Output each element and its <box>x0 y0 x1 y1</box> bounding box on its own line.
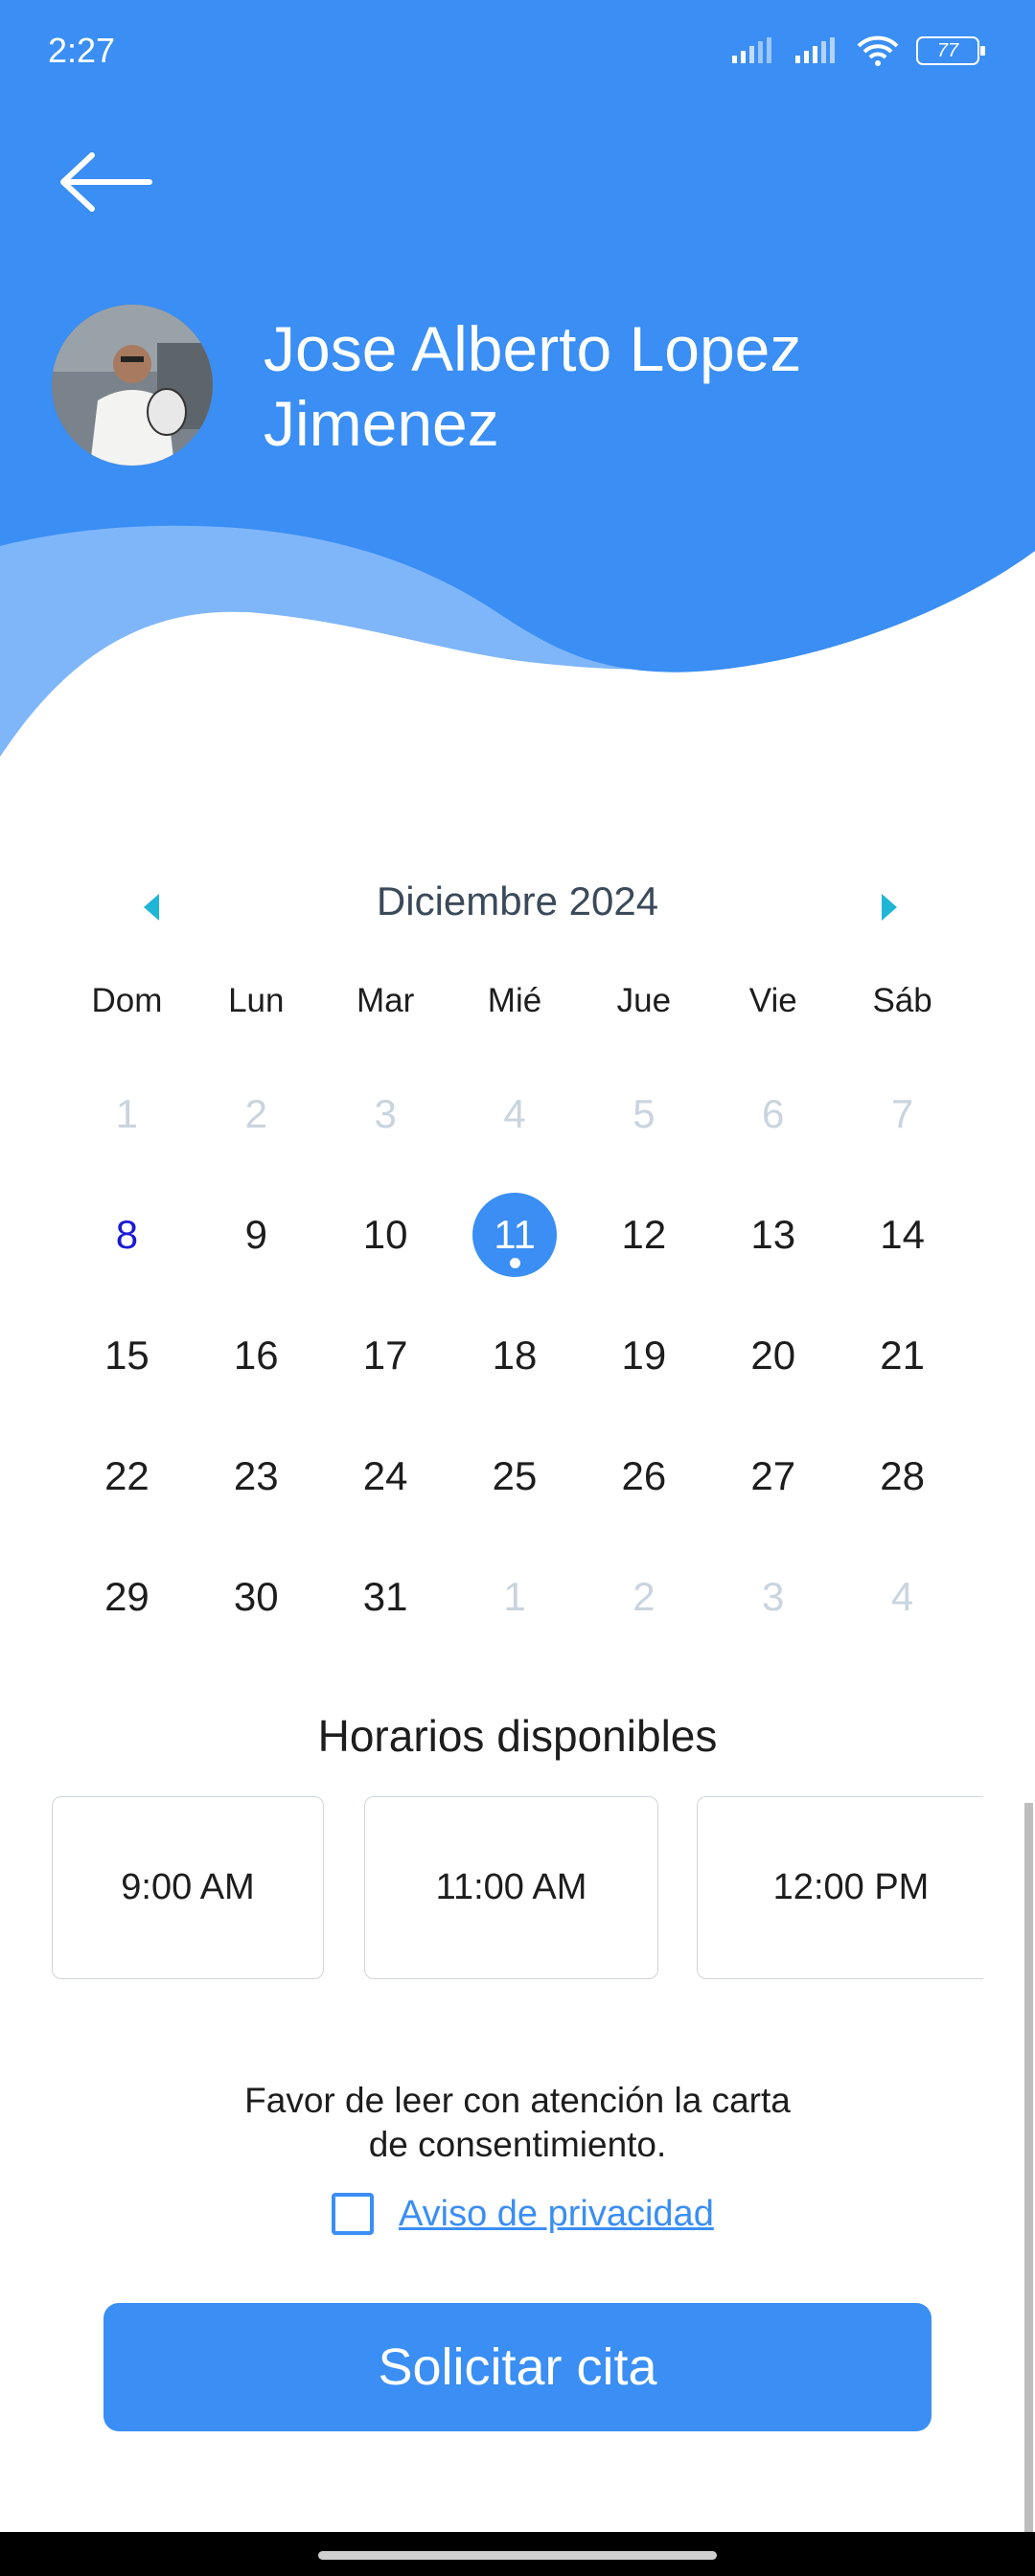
available-times-title: Horarios disponibles <box>317 1711 718 1761</box>
weekday-label: Lun <box>228 982 285 1019</box>
calendar-day[interactable]: 26 <box>579 1416 708 1537</box>
calendar-day[interactable]: 28 <box>838 1416 967 1537</box>
calendar-day-prev-month: 2 <box>244 1091 267 1136</box>
calendar-day[interactable]: 16 <box>192 1295 321 1416</box>
battery-level: 77 <box>936 39 959 61</box>
time-slot-button[interactable]: 11:00 AM <box>364 1796 658 1979</box>
calendar-day-selected[interactable]: 11 <box>450 1174 580 1295</box>
status-time: 2:27 <box>48 31 116 70</box>
selected-day-number: 11 <box>494 1212 536 1257</box>
profile-header: 2:27 77 Jose Alberto Lopez Jimenez <box>0 0 1035 786</box>
calendar-day-next-month: 2 <box>632 1574 656 1619</box>
weekday-header: Dom Lun Mar Mié Jue Vie Sáb <box>62 982 967 1020</box>
calendar-day-prev-month: 6 <box>762 1091 785 1136</box>
calendar-week: 8 9 10 11 12 13 14 <box>62 1174 967 1295</box>
calendar-day-prev-month: 5 <box>632 1091 656 1136</box>
weekday-label: Mar <box>356 982 415 1019</box>
weekday-label: Sáb <box>872 982 932 1019</box>
calendar-day-prev-month: 7 <box>890 1091 914 1136</box>
signal-icon <box>732 37 771 63</box>
calendar-day[interactable]: 18 <box>450 1295 580 1416</box>
time-slot-list[interactable]: 9:00 AM 11:00 AM 12:00 PM <box>52 1796 983 1983</box>
calendar-day-next-month: 1 <box>503 1574 526 1619</box>
calendar-day[interactable]: 23 <box>192 1416 321 1537</box>
back-button[interactable] <box>54 144 159 220</box>
status-icons: 77 <box>730 34 985 67</box>
consent-notice: Favor de leer con atención la carta de c… <box>0 2079 1035 2167</box>
calendar-day[interactable]: 15 <box>62 1295 192 1416</box>
calendar-day[interactable]: 31 <box>321 1537 450 1657</box>
doctor-avatar <box>52 305 213 466</box>
calendar-week: 22 23 24 25 26 27 28 <box>62 1416 967 1537</box>
calendar-week: 1 2 3 4 5 6 7 <box>62 1054 967 1174</box>
calendar-day[interactable]: 9 <box>192 1174 321 1295</box>
calendar-day-today[interactable]: 8 <box>62 1174 192 1295</box>
signal-icon-2 <box>795 37 835 63</box>
calendar-day[interactable]: 14 <box>838 1174 967 1295</box>
arrow-left-icon <box>60 152 152 212</box>
calendar-day[interactable]: 30 <box>192 1537 321 1657</box>
weekday-label: Mié <box>487 982 542 1019</box>
calendar-day-prev-month: 4 <box>503 1091 526 1136</box>
calendar-day[interactable]: 20 <box>708 1295 838 1416</box>
weekday-label: Vie <box>748 982 797 1019</box>
calendar-day[interactable]: 29 <box>62 1537 192 1657</box>
scrollbar[interactable] <box>1024 1803 1033 2536</box>
wifi-icon <box>857 35 899 66</box>
calendar-day[interactable]: 24 <box>321 1416 450 1537</box>
consent-line-2: de consentimiento. <box>368 2125 667 2164</box>
calendar-day[interactable]: 27 <box>708 1416 838 1537</box>
time-slot-button[interactable]: 12:00 PM <box>697 1796 983 1979</box>
calendar-day[interactable]: 21 <box>838 1295 967 1416</box>
calendar-day-next-month: 3 <box>762 1574 785 1619</box>
weekday-label: Dom <box>91 982 163 1019</box>
privacy-row: Aviso de privacidad <box>332 2190 714 2238</box>
consent-line-1: Favor de leer con atención la carta <box>244 2081 791 2120</box>
request-appointment-button[interactable]: Solicitar cita <box>104 2303 932 2431</box>
calendar-day[interactable]: 22 <box>62 1416 192 1537</box>
caret-right-icon <box>882 894 897 921</box>
calendar-day[interactable]: 17 <box>321 1295 450 1416</box>
time-slot-button[interactable]: 9:00 AM <box>52 1796 324 1979</box>
next-month-button[interactable] <box>868 888 907 926</box>
battery-icon: 77 <box>916 36 985 65</box>
calendar-day-prev-month: 3 <box>374 1091 397 1136</box>
doctor-photo <box>52 305 213 466</box>
home-indicator[interactable] <box>318 2551 717 2560</box>
privacy-notice-link[interactable]: Aviso de privacidad <box>399 2194 714 2235</box>
calendar-day[interactable]: 13 <box>708 1174 838 1295</box>
calendar-week: 29 30 31 1 2 3 4 <box>62 1537 967 1657</box>
doctor-name: Jose Alberto Lopez Jimenez <box>264 313 802 459</box>
calendar-week: 15 16 17 18 19 20 21 <box>62 1295 967 1416</box>
calendar-grid: 1 2 3 4 5 6 7 8 9 10 11 12 13 14 15 16 1… <box>62 1054 967 1657</box>
status-bar: 2:27 77 <box>0 0 1035 105</box>
month-navigation: Diciembre 2024 <box>0 867 1035 944</box>
weekday-label: Jue <box>616 982 672 1019</box>
calendar-day-prev-month: 1 <box>115 1091 139 1136</box>
system-navigation-bar <box>0 2532 1035 2576</box>
calendar-day[interactable]: 19 <box>579 1295 708 1416</box>
calendar-day-next-month: 4 <box>890 1574 914 1619</box>
calendar-day[interactable]: 25 <box>450 1416 580 1537</box>
calendar-day[interactable]: 10 <box>321 1174 450 1295</box>
calendar-day[interactable]: 12 <box>579 1174 708 1295</box>
privacy-checkbox[interactable] <box>332 2193 374 2235</box>
